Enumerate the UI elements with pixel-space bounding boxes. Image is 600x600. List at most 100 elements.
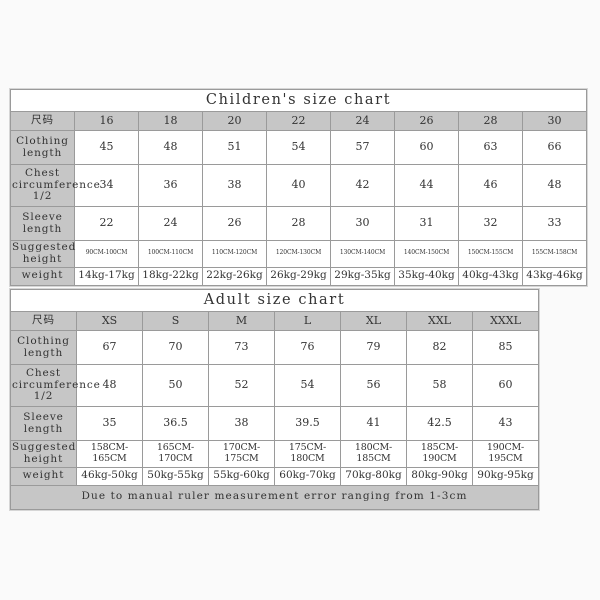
adult-row-suggested-height: Suggested height 158CM-165CM 165CM-170CM… (10, 440, 539, 468)
cell-height-30: 155CM-158CM (522, 240, 587, 268)
adult-cell-chest-xl: 56 (340, 364, 407, 407)
adult-size-xxxl: XXXL (472, 311, 539, 331)
cell-chest-22: 40 (266, 164, 331, 207)
cell-chest-28: 46 (458, 164, 523, 207)
cell-height-22: 120CM-130CM (266, 240, 331, 268)
cell-clothing-16: 45 (74, 130, 139, 165)
adult-cell-weight-m: 55kg-60kg (208, 466, 275, 486)
adult-cell-weight-xxxl: 90kg-95kg (472, 466, 539, 486)
row-label-suggested-height: Suggested height (10, 240, 75, 268)
cell-chest-18: 36 (138, 164, 203, 207)
adult-row-sleeve-length: Sleeve length 35 36.5 38 39.5 41 42.5 43 (10, 406, 539, 441)
cell-weight-26: 35kg-40kg (394, 266, 459, 286)
measurement-note-row: Due to manual ruler measurement error ra… (10, 484, 539, 510)
adult-cell-chest-l: 54 (274, 364, 341, 407)
cell-weight-16: 14kg-17kg (74, 266, 139, 286)
adult-cell-clothing-l: 76 (274, 330, 341, 365)
cell-chest-26: 44 (394, 164, 459, 207)
children-size-chart: Children's size chart 尺码 16 18 20 22 24 … (9, 88, 588, 287)
cell-clothing-20: 51 (202, 130, 267, 165)
adult-cell-height-xxl: 185CM-190CM (406, 440, 473, 468)
adult-chart-title: Adult size chart (10, 289, 539, 312)
row-label-chest-circumference: Chest circumference 1/2 (10, 164, 100, 207)
adult-cell-sleeve-s: 36.5 (142, 406, 209, 441)
adult-cell-height-l: 175CM-180CM (274, 440, 341, 468)
adult-cell-height-xxxl: 190CM-195CM (472, 440, 539, 468)
adult-row-label-sleeve-length: Sleeve length (10, 406, 77, 441)
adult-size-xs: XS (76, 311, 143, 331)
children-chart-title: Children's size chart (10, 89, 587, 112)
cell-sleeve-24: 30 (330, 206, 395, 241)
adult-cell-sleeve-xxl: 42.5 (406, 406, 473, 441)
cell-weight-28: 40kg-43kg (458, 266, 523, 286)
adult-cell-sleeve-m: 38 (208, 406, 275, 441)
adult-cell-weight-xs: 46kg-50kg (76, 466, 143, 486)
cell-chest-30: 48 (522, 164, 587, 207)
cell-sleeve-30: 33 (522, 206, 587, 241)
adult-cell-clothing-xl: 79 (340, 330, 407, 365)
children-row-weight: weight 14kg-17kg 18kg-22kg 22kg-26kg 26k… (10, 266, 587, 286)
adult-cell-chest-xxl: 58 (406, 364, 473, 407)
children-size-24: 24 (330, 111, 395, 131)
adult-size-xxl: XXL (406, 311, 473, 331)
children-row-clothing-length: Clothing length 45 48 51 54 57 60 63 66 (10, 130, 587, 165)
cell-clothing-26: 60 (394, 130, 459, 165)
children-size-label: 尺码 (10, 111, 75, 131)
children-size-16: 16 (74, 111, 139, 131)
adult-row-chest-circumference: Chest circumference 1/2 48 50 52 54 56 5… (10, 364, 539, 407)
cell-sleeve-18: 24 (138, 206, 203, 241)
children-size-18: 18 (138, 111, 203, 131)
adult-cell-sleeve-xl: 41 (340, 406, 407, 441)
cell-sleeve-22: 28 (266, 206, 331, 241)
children-header-row: 尺码 16 18 20 22 24 26 28 30 (10, 111, 587, 131)
cell-height-26: 140CM-150CM (394, 240, 459, 268)
adult-row-label-clothing-length: Clothing length (10, 330, 77, 365)
row-label-sleeve-length: Sleeve length (10, 206, 75, 241)
cell-chest-20: 38 (202, 164, 267, 207)
row-label-weight: weight (10, 266, 75, 286)
adult-cell-height-xl: 180CM-185CM (340, 440, 407, 468)
cell-clothing-24: 57 (330, 130, 395, 165)
cell-weight-22: 26kg-29kg (266, 266, 331, 286)
row-label-clothing-length: Clothing length (10, 130, 75, 165)
cell-chest-24: 42 (330, 164, 395, 207)
adult-row-clothing-length: Clothing length 67 70 73 76 79 82 85 (10, 330, 539, 365)
children-size-22: 22 (266, 111, 331, 131)
children-size-table: Children's size chart 尺码 16 18 20 22 24 … (10, 89, 587, 286)
adult-row-label-suggested-height: Suggested height (10, 440, 77, 468)
adult-cell-weight-xxl: 80kg-90kg (406, 466, 473, 486)
cell-sleeve-16: 22 (74, 206, 139, 241)
adult-cell-chest-m: 52 (208, 364, 275, 407)
cell-sleeve-26: 31 (394, 206, 459, 241)
adult-size-xl: XL (340, 311, 407, 331)
adult-size-m: M (208, 311, 275, 331)
cell-weight-24: 29kg-35kg (330, 266, 395, 286)
children-row-suggested-height: Suggested height 90CM-100CM 100CM-110CM … (10, 240, 587, 268)
adult-cell-clothing-xxl: 82 (406, 330, 473, 365)
adult-cell-weight-s: 50kg-55kg (142, 466, 209, 486)
adult-cell-height-m: 170CM-175CM (208, 440, 275, 468)
children-size-28: 28 (458, 111, 523, 131)
adult-cell-chest-xxxl: 60 (472, 364, 539, 407)
cell-clothing-18: 48 (138, 130, 203, 165)
cell-weight-20: 22kg-26kg (202, 266, 267, 286)
measurement-note: Due to manual ruler measurement error ra… (10, 484, 539, 510)
cell-height-28: 150CM-155CM (458, 240, 523, 268)
children-size-20: 20 (202, 111, 267, 131)
adult-cell-weight-xl: 70kg-80kg (340, 466, 407, 486)
adult-row-label-weight: weight (10, 466, 77, 486)
adult-cell-clothing-xxxl: 85 (472, 330, 539, 365)
adult-row-label-chest-circumference: Chest circumference 1/2 (10, 364, 100, 407)
adult-size-s: S (142, 311, 209, 331)
cell-sleeve-20: 26 (202, 206, 267, 241)
adult-cell-clothing-s: 70 (142, 330, 209, 365)
cell-weight-18: 18kg-22kg (138, 266, 203, 286)
adult-size-label: 尺码 (10, 311, 77, 331)
adult-cell-chest-s: 50 (142, 364, 209, 407)
cell-clothing-22: 54 (266, 130, 331, 165)
adult-row-weight: weight 46kg-50kg 50kg-55kg 55kg-60kg 60k… (10, 466, 539, 486)
adult-size-table: Adult size chart 尺码 XS S M L XL XXL XXXL… (10, 289, 539, 510)
size-chart-sheet: Children's size chart 尺码 16 18 20 22 24 … (0, 0, 600, 600)
adult-cell-sleeve-l: 39.5 (274, 406, 341, 441)
adult-cell-weight-l: 60kg-70kg (274, 466, 341, 486)
